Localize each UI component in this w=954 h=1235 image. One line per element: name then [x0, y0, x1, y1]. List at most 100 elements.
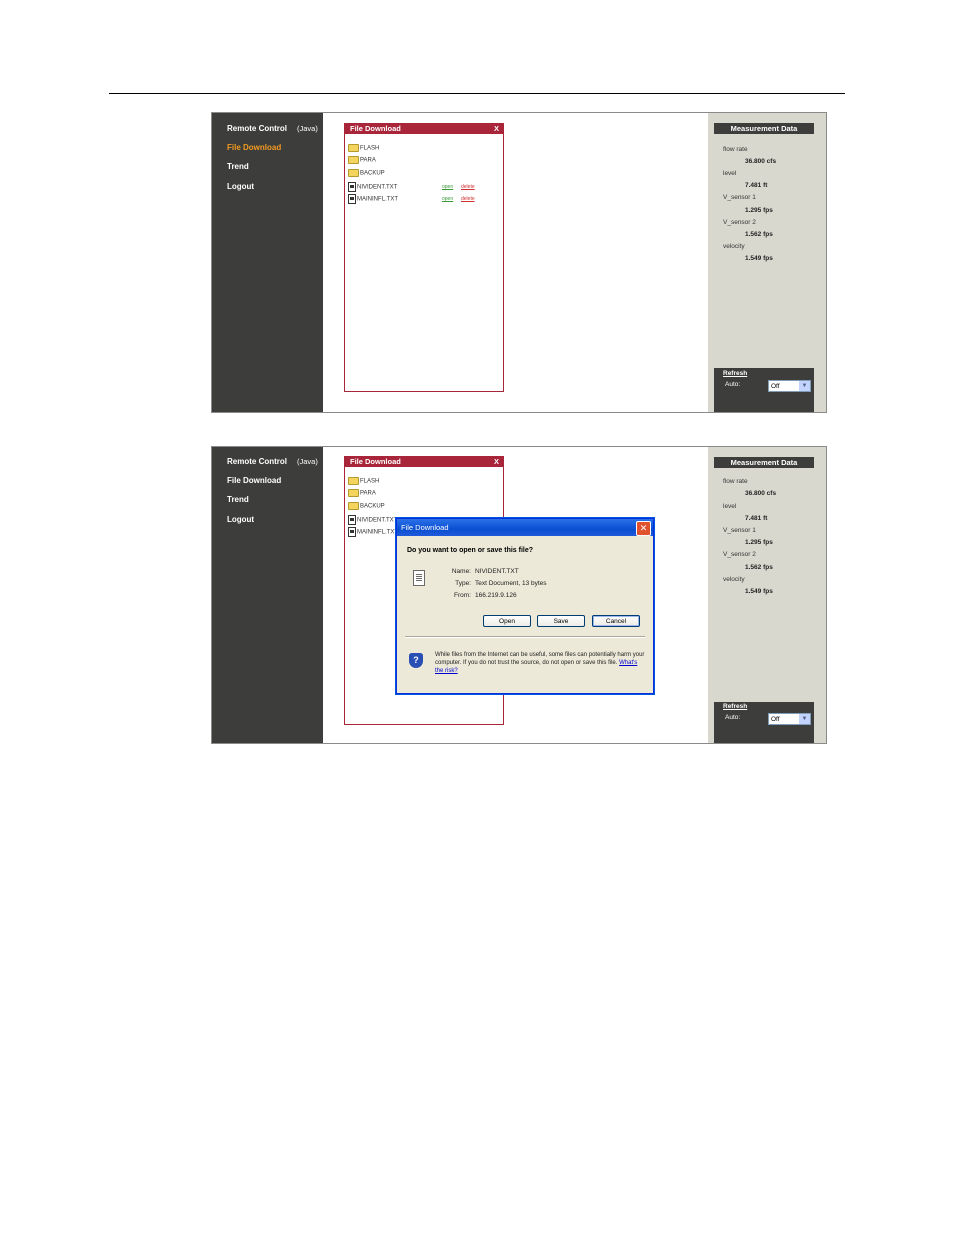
measurement-label: level: [723, 170, 737, 177]
file-name: MAININFL.TXT: [357, 196, 399, 203]
measurement-label: V_sensor 1: [723, 194, 756, 201]
measurement-value: 1.295 fps: [745, 539, 773, 546]
nav-trend[interactable]: Trend: [227, 495, 249, 504]
file-item-maininfl[interactable]: MAININFL.TXT: [348, 194, 398, 204]
delete-link[interactable]: delete: [461, 196, 475, 202]
file-name: NIVIDENT.TXT: [357, 184, 398, 191]
security-warning: While files from the Internet can be use…: [435, 651, 645, 675]
measurement-value: 1.549 fps: [745, 255, 773, 262]
file-name: NIVIDENT.TXT: [357, 517, 398, 524]
file-download-title: File Download: [350, 457, 401, 466]
file-icon: [348, 515, 356, 525]
file-item-nivident[interactable]: NIVIDENT.TXT: [348, 515, 397, 525]
folder-item-backup[interactable]: BACKUP: [348, 502, 385, 511]
measurement-value: 1.295 fps: [745, 207, 773, 214]
folder-icon: [348, 156, 359, 164]
measurement-value: 1.549 fps: [745, 588, 773, 595]
file-item-maininfl[interactable]: MAININFL.TXT: [348, 527, 398, 537]
measurement-value: 7.481 ft: [745, 182, 768, 189]
folder-name: FLASH: [360, 145, 380, 152]
sidebar-nav: Remote Control (Java) File Download Trend…: [212, 113, 323, 412]
nav-remote-control[interactable]: Remote Control (Java): [227, 457, 318, 466]
folder-name: FLASH: [360, 478, 380, 485]
chevron-down-icon[interactable]: ▼: [799, 381, 810, 391]
nav-logout[interactable]: Logout: [227, 182, 254, 191]
auto-refresh-select[interactable]: Off ▼: [768, 713, 811, 725]
auto-label: Auto:: [725, 381, 741, 388]
measurement-label: velocity: [723, 576, 745, 583]
measurement-label: flow rate: [723, 478, 748, 485]
from-label: From:: [454, 592, 471, 599]
folder-item-backup[interactable]: BACKUP: [348, 169, 385, 178]
nav-logout[interactable]: Logout: [227, 515, 254, 524]
folder-item-para[interactable]: PARA: [348, 156, 376, 165]
save-button[interactable]: Save: [537, 615, 585, 627]
screenshot-file-list: Remote Control (Java) File Download Trend…: [211, 112, 827, 413]
nav-remote-control[interactable]: Remote Control (Java): [227, 124, 318, 133]
nav-file-download[interactable]: File Download: [227, 143, 281, 152]
nav-remote-control-label: Remote Control: [227, 457, 287, 466]
close-panel-button[interactable]: X: [494, 124, 499, 134]
delete-link[interactable]: delete: [461, 184, 475, 190]
auto-refresh-select[interactable]: Off ▼: [768, 380, 811, 392]
chevron-down-icon[interactable]: ▼: [799, 714, 810, 724]
folder-icon: [348, 502, 359, 510]
folder-item-flash[interactable]: FLASH: [348, 144, 379, 153]
measurement-list: [714, 133, 814, 368]
close-icon[interactable]: ✕: [636, 521, 651, 536]
measurement-label: V_sensor 2: [723, 219, 756, 226]
dialog-question: Do you want to open or save this file?: [407, 547, 534, 554]
file-icon: [348, 182, 356, 192]
folder-name: BACKUP: [360, 170, 385, 177]
nav-java-link[interactable]: (Java): [297, 457, 318, 466]
refresh-link[interactable]: Refresh: [723, 703, 747, 710]
measurement-value: 36.800 cfs: [745, 490, 777, 497]
type-label: Type:: [455, 580, 471, 587]
text-document-icon: [413, 570, 425, 586]
file-icon: [348, 194, 356, 204]
dialog-title: File Download: [401, 523, 449, 532]
dialog-divider: [405, 636, 645, 638]
auto-label: Auto:: [725, 714, 741, 721]
open-button[interactable]: Open: [483, 615, 531, 627]
measurement-label: flow rate: [723, 146, 748, 153]
folder-item-para[interactable]: PARA: [348, 489, 376, 498]
file-icon: [348, 527, 356, 537]
folder-item-flash[interactable]: FLASH: [348, 477, 379, 486]
nav-remote-control-label: Remote Control: [227, 124, 287, 133]
warning-text: While files from the Internet can be use…: [435, 652, 645, 666]
folder-name: PARA: [360, 157, 376, 164]
measurement-value: 7.481 ft: [745, 515, 768, 522]
measurement-label: velocity: [723, 243, 745, 250]
dialog-titlebar: File Download ✕: [397, 519, 653, 536]
file-download-header: File Download X: [345, 457, 503, 467]
folder-icon: [348, 144, 359, 152]
measurement-label: V_sensor 1: [723, 527, 756, 534]
open-link[interactable]: open: [442, 196, 453, 202]
cancel-button[interactable]: Cancel: [592, 615, 640, 627]
open-link[interactable]: open: [442, 184, 453, 190]
name-label: Name:: [451, 568, 471, 575]
file-download-panel: File Download X FLASH PARA BACKUP NIVIDE…: [344, 123, 504, 392]
measurement-value: 1.562 fps: [745, 564, 773, 571]
nav-trend[interactable]: Trend: [227, 162, 249, 171]
folder-icon: [348, 489, 359, 497]
folder-icon: [348, 477, 359, 485]
file-item-nivident[interactable]: NIVIDENT.TXT: [348, 182, 397, 192]
nav-java-link[interactable]: (Java): [297, 124, 318, 133]
refresh-link[interactable]: Refresh: [723, 370, 747, 377]
folder-icon: [348, 169, 359, 177]
file-name: MAININFL.TXT: [357, 529, 399, 536]
measurement-value: 36.800 cfs: [745, 158, 777, 165]
close-panel-button[interactable]: X: [494, 457, 499, 467]
screenshot-download-dialog: Remote Control (Java) File Download Trend…: [211, 446, 827, 744]
file-download-title: File Download: [350, 124, 401, 133]
auto-refresh-value: Off: [771, 383, 780, 390]
type-value: Text Document, 13 bytes: [475, 580, 547, 587]
measurement-panel: Measurement Data flow rate 36.800 cfs le…: [708, 447, 826, 743]
measurement-panel: Measurement Data flow rate 36.800 cfs le…: [708, 113, 826, 412]
file-download-header: File Download X: [345, 124, 503, 134]
from-value: 166.219.9.126: [475, 592, 517, 599]
file-download-dialog: File Download ✕ Do you want to open or s…: [396, 518, 654, 694]
nav-file-download[interactable]: File Download: [227, 476, 281, 485]
